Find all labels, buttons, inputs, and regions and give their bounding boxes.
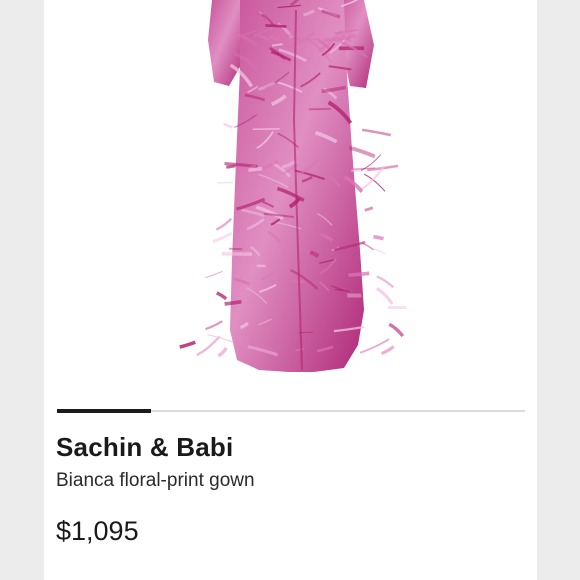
print-stroke xyxy=(196,335,221,357)
print-stroke xyxy=(224,299,242,306)
print-stroke xyxy=(215,217,233,231)
product-title[interactable]: Bianca floral-print gown xyxy=(56,470,255,492)
print-stroke xyxy=(216,291,228,301)
print-stroke xyxy=(229,247,243,251)
print-stroke xyxy=(179,340,196,349)
print-stroke xyxy=(361,128,392,137)
print-stroke xyxy=(265,24,287,28)
print-stroke xyxy=(223,122,233,129)
print-stroke xyxy=(205,320,223,331)
print-stroke xyxy=(205,270,223,279)
carousel-progress-fill xyxy=(57,409,151,413)
brand-name[interactable]: Sachin & Babi xyxy=(56,432,233,463)
print-stroke xyxy=(217,347,228,358)
print-stroke xyxy=(381,345,395,355)
print-stroke xyxy=(207,334,234,343)
print-stroke xyxy=(348,271,370,278)
print-stroke xyxy=(226,164,236,169)
product-price: $1,095 xyxy=(56,516,139,546)
print-stroke xyxy=(364,206,374,212)
print-stroke xyxy=(388,322,405,338)
print-stroke xyxy=(373,234,384,241)
print-stroke xyxy=(373,248,386,255)
print-stroke xyxy=(212,231,233,244)
product-card: Sachin & Babi Bianca floral-print gown $… xyxy=(44,0,537,580)
print-stroke xyxy=(290,279,305,284)
print-stroke xyxy=(376,275,395,289)
print-stroke xyxy=(348,145,376,159)
product-image[interactable] xyxy=(44,0,537,385)
print-stroke xyxy=(248,166,263,173)
image-carousel-progress xyxy=(57,409,525,413)
print-stroke xyxy=(375,287,394,305)
